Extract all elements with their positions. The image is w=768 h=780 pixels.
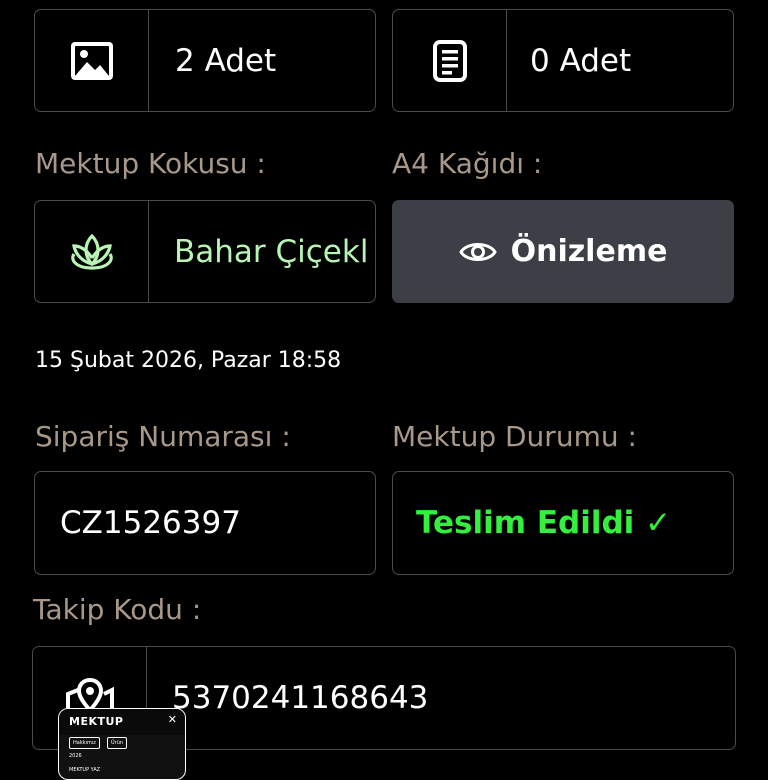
order-number-card: CZ1526397 [34,471,376,575]
mini-app-preview[interactable]: MEKTUP ✕ Hakkımız Ürün 2026 MEKTUP YAZ [58,708,186,780]
tracking-label: Takip Kodu : [33,593,202,626]
paper-label: A4 Kağıdı : [392,147,543,180]
photo-count-card: 2 Adet [34,9,376,112]
document-count-card: 0 Adet [392,9,734,112]
order-date: 15 Şubat 2026, Pazar 18:58 [35,348,342,373]
mini-logo: MEKTUP [69,715,124,728]
preview-label: Önizleme [510,234,668,269]
document-icon-cell [393,10,507,111]
status-value: Teslim Edildi ✓ [416,505,672,541]
scent-card: Bahar Çiçekl [34,200,376,303]
eye-icon [458,242,497,261]
tracking-value: 5370241168643 [172,680,429,716]
mini-button-1[interactable]: Hakkımız [69,737,100,749]
status-card: Teslim Edildi ✓ [392,471,734,575]
document-count-value: 0 Adet [530,42,632,79]
status-label: Mektup Durumu : [392,420,637,453]
mini-row-1: 2026 [69,753,82,759]
scent-icon-cell [35,201,149,302]
scent-label: Mektup Kokusu : [35,147,266,180]
document-icon [432,39,467,82]
photo-count-value: 2 Adet [175,42,277,79]
mini-button-2[interactable]: Ürün [107,737,128,749]
photo-icon-cell [35,10,149,111]
preview-button[interactable]: Önizleme [392,200,734,303]
order-number-label: Sipariş Numarası : [35,420,291,453]
image-icon [70,41,113,80]
order-number-value: CZ1526397 [60,505,241,541]
scent-value: Bahar Çiçekl [174,233,369,270]
mini-header: MEKTUP ✕ [59,709,185,735]
close-icon[interactable]: ✕ [168,713,177,726]
lotus-icon [70,233,113,270]
